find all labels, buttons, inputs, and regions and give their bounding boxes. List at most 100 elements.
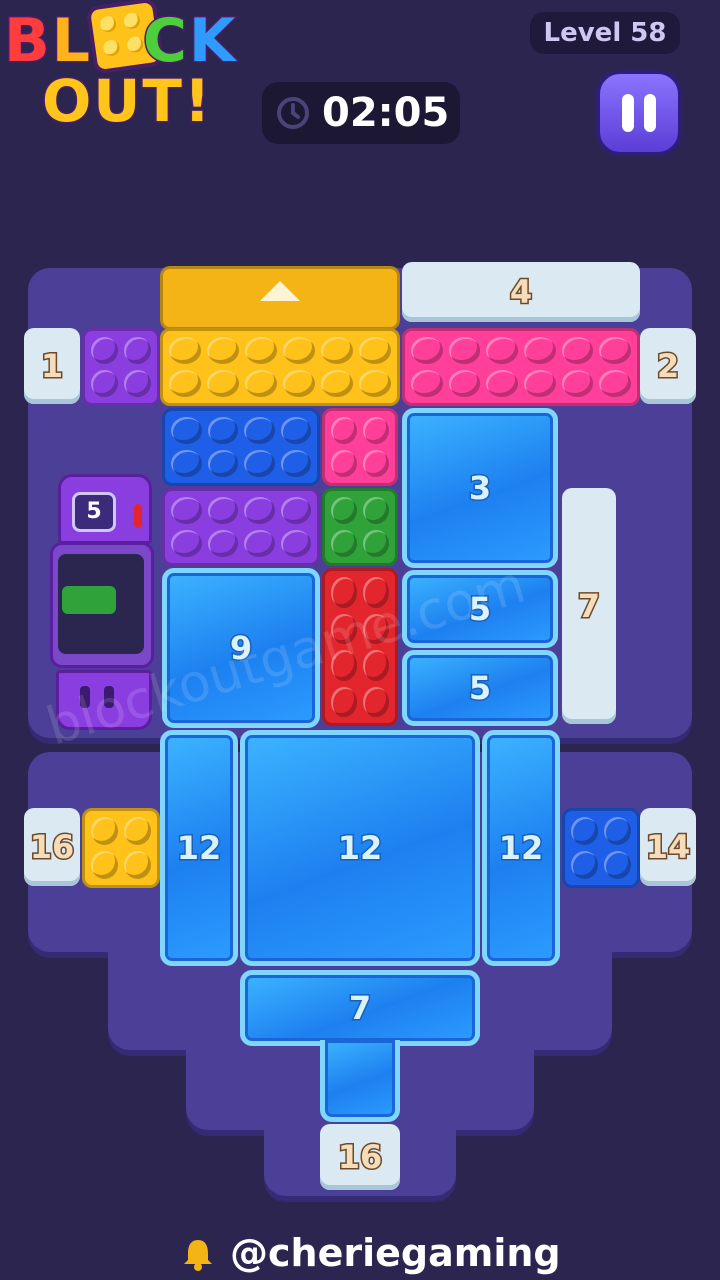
green-brick[interactable] xyxy=(322,488,398,566)
credit-handle: @cheriegaming xyxy=(230,1231,561,1275)
brick-stud xyxy=(448,337,481,364)
exit-gate-top: 4 xyxy=(402,262,640,322)
ice-block-7-stem[interactable] xyxy=(320,1040,400,1122)
brick-stud xyxy=(169,370,201,397)
brick-stud xyxy=(171,450,202,477)
brick-stud xyxy=(207,450,238,477)
brick-stud xyxy=(331,417,357,444)
brick-stud xyxy=(171,497,202,524)
brick-stud xyxy=(411,370,443,397)
yellow-brick-small[interactable] xyxy=(82,808,160,888)
countdown-timer: 02:05 xyxy=(262,82,460,144)
ice-block-12-center[interactable]: 12 xyxy=(240,730,480,966)
blue-brick-small[interactable] xyxy=(562,808,640,888)
brick-stud xyxy=(245,370,277,397)
creator-credit: @cheriegaming xyxy=(180,1226,580,1280)
brick-stud xyxy=(280,497,311,524)
brick-stud xyxy=(124,370,151,397)
brick-stud xyxy=(207,530,238,557)
timer-value: 02:05 xyxy=(322,90,450,136)
brick-stud xyxy=(171,417,202,444)
pink-brick-long[interactable] xyxy=(402,328,640,406)
brick-stud xyxy=(331,686,357,717)
brick-stud xyxy=(363,686,389,717)
brick-stud xyxy=(280,530,311,557)
exit-gate-bottom: 16 xyxy=(320,1124,400,1190)
brick-stud xyxy=(571,851,598,879)
brick-stud xyxy=(169,337,201,364)
brick-stud xyxy=(604,851,631,879)
brick-stud xyxy=(244,530,275,557)
brick-stud xyxy=(280,450,311,477)
brick-stud xyxy=(207,337,239,364)
brick-stud xyxy=(486,370,518,397)
ice-block-12-right[interactable]: 12 xyxy=(482,730,560,966)
brick-stud xyxy=(283,337,315,364)
exit-gate-right-mid: 7 xyxy=(562,488,616,724)
brick-stud xyxy=(283,370,315,397)
brick-stud xyxy=(331,497,357,524)
brick-stud xyxy=(599,337,631,364)
brick-stud xyxy=(91,337,118,364)
purple-brick-small[interactable] xyxy=(82,328,160,406)
pink-brick-small[interactable] xyxy=(322,408,398,486)
ice-block-7-t-shape[interactable]: 7 xyxy=(240,970,480,1046)
ice-block-12-left[interactable]: 12 xyxy=(160,730,238,966)
brick-stud xyxy=(280,417,311,444)
level-indicator: Level 58 xyxy=(530,12,680,54)
blue-brick-top[interactable] xyxy=(162,408,320,486)
yellow-slider-block[interactable] xyxy=(160,266,400,330)
exit-gate-left-top: 1 xyxy=(24,328,80,404)
arrow-up-icon xyxy=(260,281,300,301)
brick-stud xyxy=(604,817,631,845)
brick-stud xyxy=(124,337,151,364)
yellow-brick-long[interactable] xyxy=(160,328,400,406)
clock-icon xyxy=(277,97,309,129)
brick-stud xyxy=(124,817,151,845)
brick-stud xyxy=(363,417,389,444)
exit-gate-left-bottom: 16 xyxy=(24,808,80,886)
brick-stud xyxy=(331,450,357,477)
brick-stud xyxy=(244,497,275,524)
queued-green-brick xyxy=(62,586,116,614)
brick-stud xyxy=(207,417,238,444)
brick-stud xyxy=(523,337,556,364)
brick-stud xyxy=(91,851,118,879)
brick-stud xyxy=(363,497,389,524)
brick-stud xyxy=(244,450,275,477)
ice-block-3[interactable]: 3 xyxy=(402,408,558,568)
brick-stud xyxy=(91,817,118,845)
brick-stud xyxy=(244,417,275,444)
brick-stud xyxy=(359,370,391,397)
game-logo: BLOCK OUT! xyxy=(0,0,270,150)
brick-stud xyxy=(331,577,357,608)
brick-stud xyxy=(411,337,443,364)
brick-stud xyxy=(207,497,238,524)
brick-stud xyxy=(321,370,353,397)
brick-stud xyxy=(486,337,518,364)
exit-gate-right-bottom: 14 xyxy=(640,808,696,886)
dispenser-counter: 5 xyxy=(72,492,116,532)
brick-stud xyxy=(561,370,594,397)
brick-stud xyxy=(91,370,118,397)
brick-stud xyxy=(448,370,481,397)
brick-stud xyxy=(571,817,598,845)
exit-gate-right-top: 2 xyxy=(640,328,696,404)
ice-block-5-lower[interactable]: 5 xyxy=(402,650,558,726)
pause-button[interactable] xyxy=(596,70,682,156)
brick-stud xyxy=(599,370,631,397)
brick-stud xyxy=(124,851,151,879)
brick-stud xyxy=(363,530,389,557)
brick-stud xyxy=(363,450,389,477)
brick-stud xyxy=(245,337,277,364)
brick-stud xyxy=(561,337,594,364)
logo-title-line2: OUT! xyxy=(40,66,213,137)
brick-stud xyxy=(207,370,239,397)
brick-stud xyxy=(321,337,353,364)
brick-stud xyxy=(359,337,391,364)
brick-stud xyxy=(171,530,202,557)
brick-stud xyxy=(523,370,556,397)
purple-brick-wide[interactable] xyxy=(162,488,320,566)
brick-stud xyxy=(331,530,357,557)
bell-icon xyxy=(184,1240,212,1271)
